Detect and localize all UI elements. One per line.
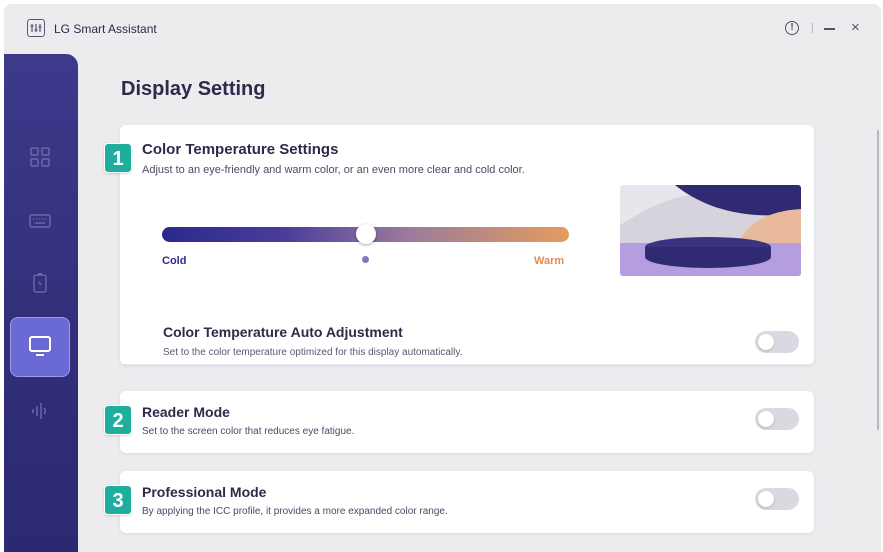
step-badge-2: 2 <box>104 405 132 435</box>
app-logo-icon <box>27 19 45 37</box>
main-content: Display Setting 1 Color Temperature Sett… <box>78 54 881 552</box>
professional-mode-card: 3 Professional Mode By applying the ICC … <box>104 471 814 533</box>
title-bar-separator <box>812 23 813 33</box>
auto-adjustment-description: Set to the color temperature optimized f… <box>163 347 463 358</box>
step-badge-1: 1 <box>104 143 132 173</box>
professional-mode-description: By applying the ICC profile, it provides… <box>142 506 448 517</box>
battery-icon <box>33 273 47 293</box>
color-temperature-slider-thumb[interactable] <box>355 224 376 244</box>
grid-icon <box>30 147 50 167</box>
color-preview-image <box>620 185 801 276</box>
color-temperature-description: Adjust to an eye-friendly and warm color… <box>142 164 525 176</box>
sidebar-item-keyboard[interactable] <box>10 191 70 251</box>
reader-mode-title: Reader Mode <box>142 404 230 420</box>
sound-icon <box>32 403 47 419</box>
reader-mode-card: 2 Reader Mode Set to the screen color th… <box>104 391 814 453</box>
auto-adjustment-title: Color Temperature Auto Adjustment <box>163 324 403 340</box>
toggle-knob <box>758 334 774 350</box>
app-title: LG Smart Assistant <box>54 22 157 36</box>
reader-mode-description: Set to the screen color that reduces eye… <box>142 426 355 437</box>
keyboard-icon <box>29 214 51 228</box>
professional-mode-title: Professional Mode <box>142 484 267 500</box>
minimize-button[interactable] <box>824 28 835 30</box>
color-temperature-title: Color Temperature Settings <box>142 141 339 158</box>
info-icon[interactable]: ! <box>785 21 799 35</box>
step-badge-3: 3 <box>104 485 132 515</box>
color-temperature-card: 1 Color Temperature Settings Adjust to a… <box>104 125 814 365</box>
toggle-knob <box>758 411 774 427</box>
sidebar <box>4 54 78 552</box>
page-title: Display Setting <box>121 78 266 100</box>
sidebar-item-sound[interactable] <box>10 381 70 441</box>
sidebar-item-battery[interactable] <box>10 253 70 313</box>
toggle-knob <box>758 491 774 507</box>
reader-mode-toggle[interactable] <box>755 408 799 430</box>
auto-adjustment-toggle[interactable] <box>755 331 799 353</box>
professional-mode-toggle[interactable] <box>755 488 799 510</box>
sidebar-item-display[interactable] <box>10 317 70 377</box>
default-position-marker <box>362 256 369 263</box>
title-bar: LG Smart Assistant ! × <box>4 4 881 54</box>
slider-label-warm: Warm <box>534 255 565 267</box>
close-button[interactable]: × <box>851 19 860 37</box>
section-divider <box>120 364 814 365</box>
app-window: LG Smart Assistant ! × Display Setting 1… <box>4 4 881 552</box>
slider-label-cold: Cold <box>162 255 187 267</box>
sidebar-item-dashboard[interactable] <box>10 127 70 187</box>
scrollbar[interactable] <box>877 130 879 430</box>
monitor-icon <box>29 336 51 356</box>
